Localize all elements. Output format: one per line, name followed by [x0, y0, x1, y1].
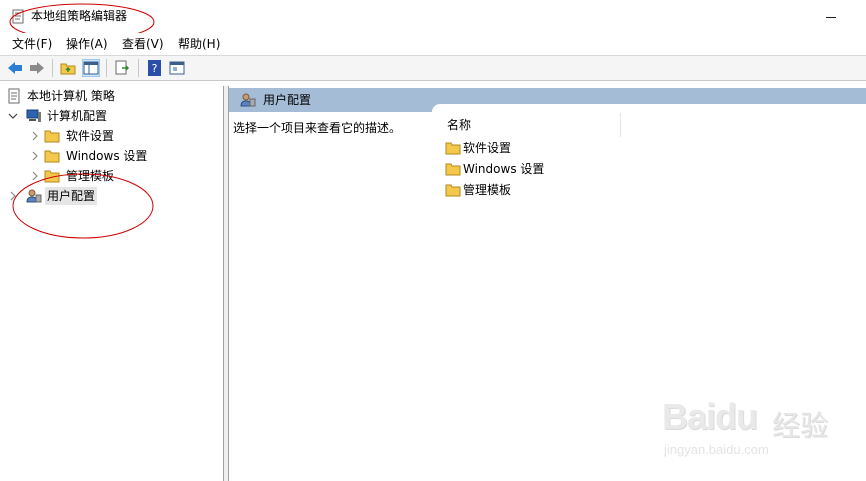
tree-item-label: Windows 设置: [66, 149, 148, 163]
watermark-cn: 经验: [772, 409, 829, 442]
chevron-down-icon[interactable]: [8, 107, 18, 125]
show-hide-tree-icon[interactable]: [82, 59, 100, 77]
chevron-right-icon[interactable]: [8, 187, 18, 205]
folder-icon: [445, 161, 461, 177]
toolbar-separator: [138, 59, 139, 77]
policy-document-icon: [12, 9, 25, 24]
list-item-label: Windows 设置: [463, 162, 545, 176]
menu-bar: 文件(F) 操作(A) 查看(V) 帮助(H): [0, 33, 866, 56]
chevron-right-icon[interactable]: [30, 147, 40, 165]
menu-view[interactable]: 查看(V): [122, 37, 164, 51]
tree-item-label: 用户配置: [45, 187, 98, 205]
column-separator[interactable]: [620, 113, 621, 137]
folder-icon: [445, 140, 461, 156]
folder-icon: [445, 182, 461, 198]
chevron-right-icon[interactable]: [30, 167, 40, 185]
properties-icon[interactable]: [168, 59, 186, 77]
toolbar-separator: [106, 59, 107, 77]
computer-icon: [26, 108, 42, 124]
toolbar-separator: [52, 59, 53, 77]
description-text: 选择一个项目来查看它的描述。: [233, 121, 402, 135]
folder-icon: [44, 128, 60, 144]
column-header-name[interactable]: 名称: [447, 118, 471, 132]
forward-arrow-icon[interactable]: [28, 59, 46, 77]
folder-icon: [44, 148, 60, 164]
up-folder-icon[interactable]: [59, 59, 77, 77]
menu-help[interactable]: 帮助(H): [178, 37, 220, 51]
tree-item-label: 计算机配置: [47, 109, 108, 123]
baidu-watermark: Baidu 经验 jingyan.baidu.com: [662, 388, 852, 462]
menu-action[interactable]: 操作(A): [66, 37, 108, 51]
watermark-brand: Baidu: [662, 396, 758, 437]
user-icon: [26, 188, 42, 204]
svg-text:?: ?: [152, 62, 158, 75]
watermark-url: jingyan.baidu.com: [664, 442, 769, 457]
list-item-label: 管理模板: [463, 183, 512, 197]
help-icon[interactable]: ?: [146, 59, 164, 77]
tree-pane: 本地计算机 策略 计算机配置 软件设置 Windows 设置 管理模板 用户配置: [0, 86, 223, 481]
minimize-button[interactable]: [820, 8, 844, 26]
menu-file[interactable]: 文件(F): [12, 37, 52, 51]
tree-item-label: 软件设置: [66, 129, 115, 143]
details-header-title: 用户配置: [263, 93, 312, 107]
list-item-label: 软件设置: [463, 141, 512, 155]
back-arrow-icon[interactable]: [6, 59, 24, 77]
title-bar: 本地组策略编辑器: [0, 0, 866, 33]
window-title: 本地组策略编辑器: [31, 9, 128, 23]
tree-item-label: 本地计算机 策略: [27, 89, 115, 103]
export-list-icon[interactable]: [114, 59, 132, 77]
folder-icon: [44, 168, 60, 184]
policy-document-icon: [6, 88, 22, 104]
toolbar: ?: [0, 56, 866, 81]
user-icon: [240, 92, 256, 108]
chevron-right-icon[interactable]: [30, 127, 40, 145]
tree-item-label: 管理模板: [66, 169, 115, 183]
